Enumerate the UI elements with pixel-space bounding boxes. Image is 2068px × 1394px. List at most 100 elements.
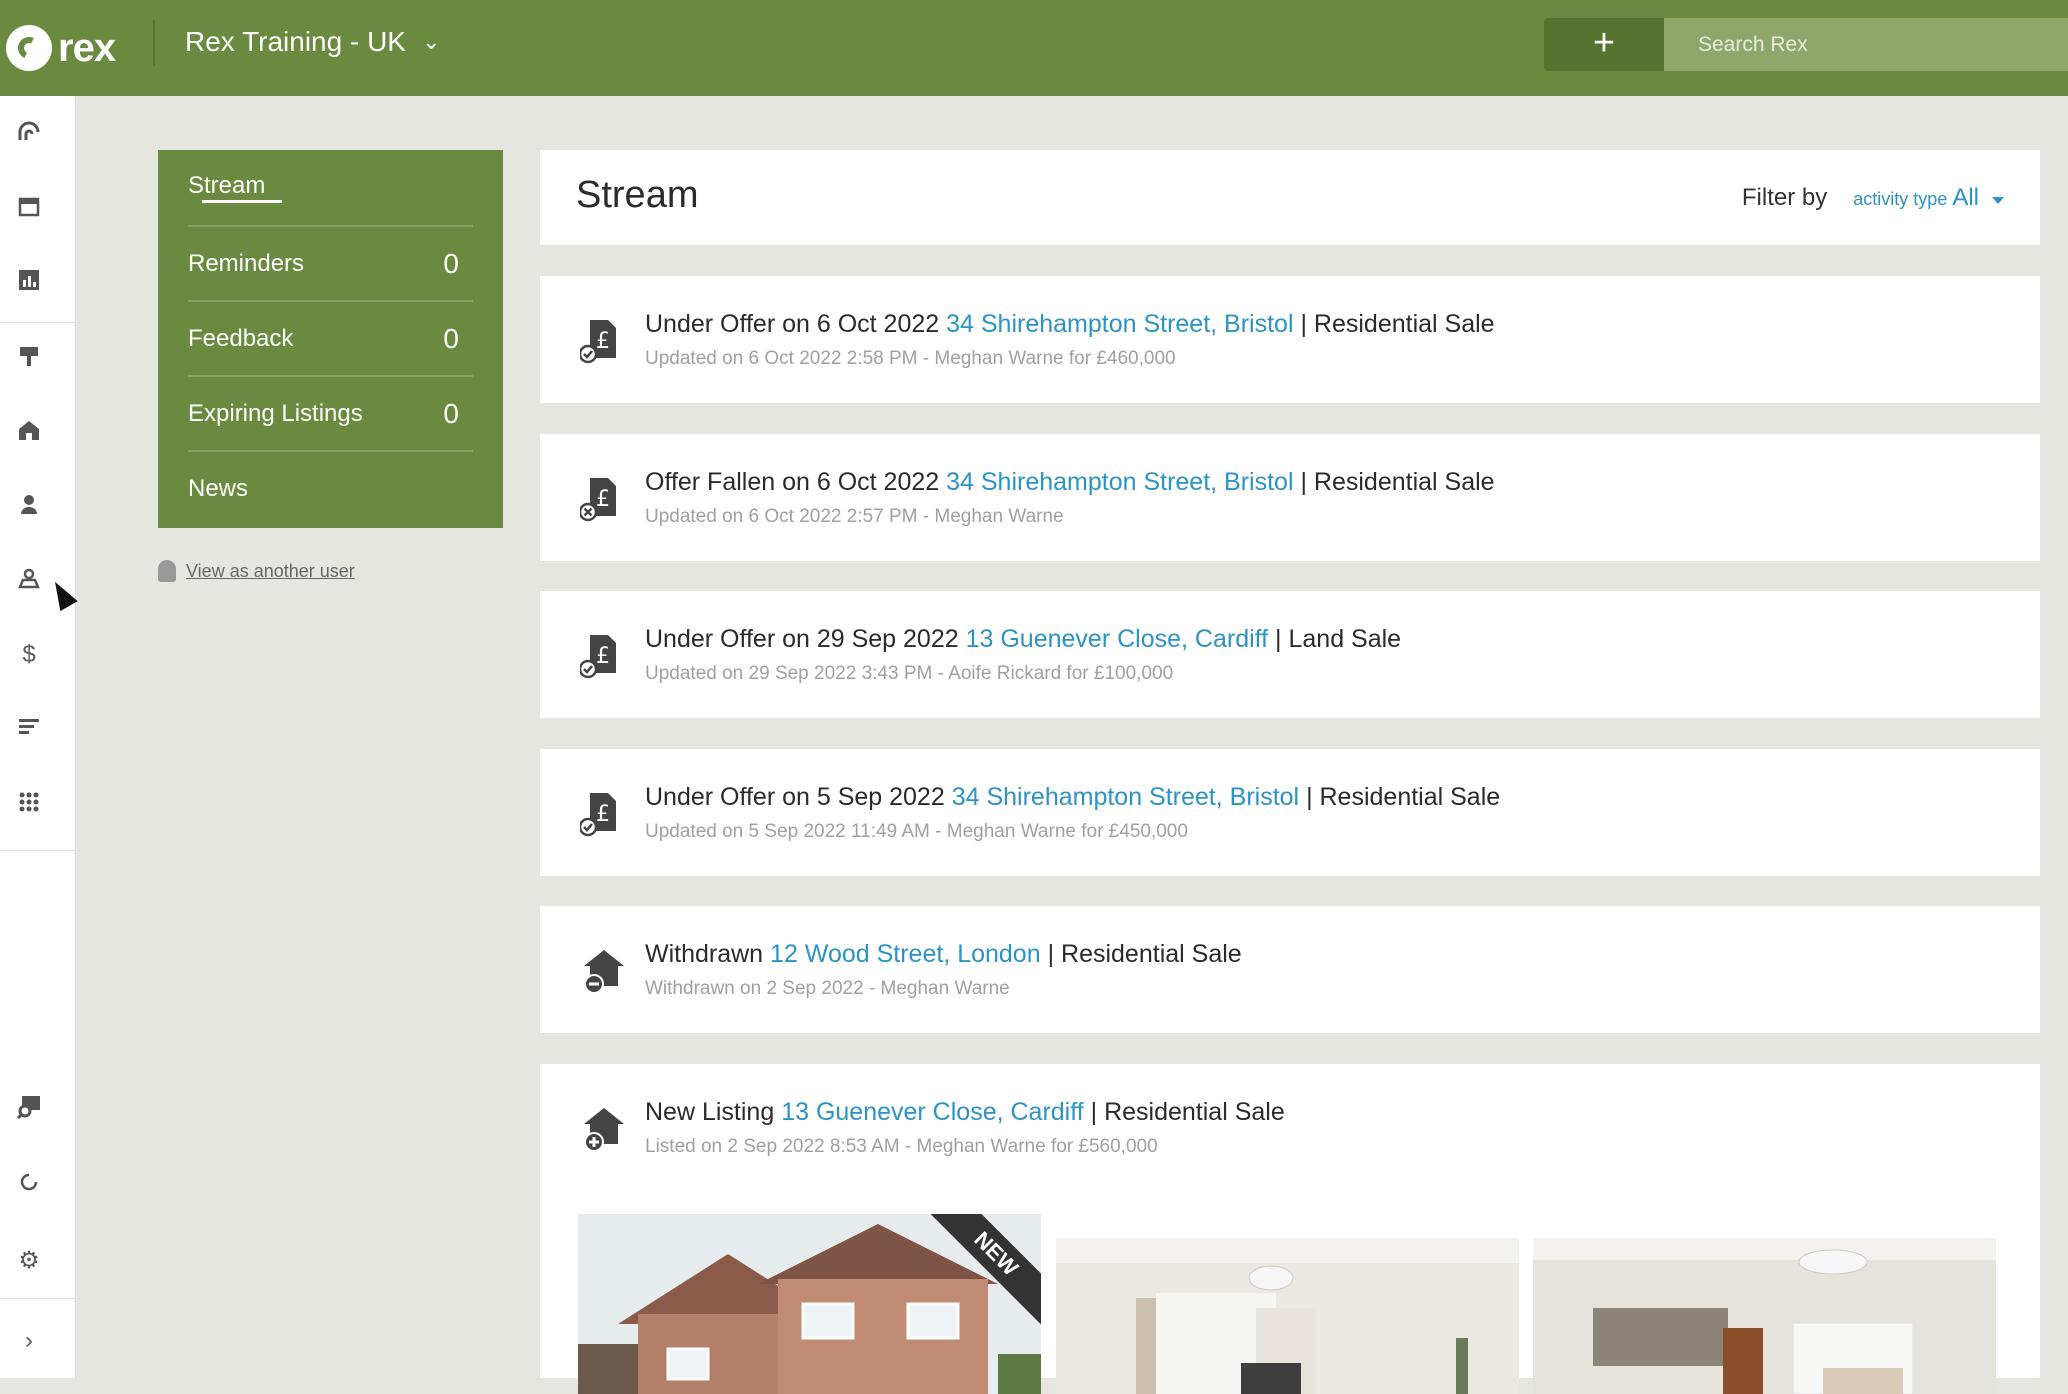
lists-icon[interactable]	[14, 714, 44, 744]
listing-photo-exterior[interactable]: NEW	[578, 1214, 1041, 1394]
filter-label: Filter by	[1741, 184, 1828, 211]
stream-side-nav: Stream Reminders 0 Feedback 0 Expiring L…	[158, 150, 503, 528]
divider	[188, 450, 473, 452]
listing-photo-dining-room[interactable]	[1533, 1238, 1996, 1394]
stream-card[interactable]: £ Under Offer on 29 Sep 2022 13 Guenever…	[540, 591, 2040, 718]
divider	[153, 20, 155, 66]
stream-card[interactable]: £ Offer Fallen on 6 Oct 2022 34 Shireham…	[540, 434, 2040, 561]
property-link[interactable]: 34 Shirehampton Street, Bristol	[952, 783, 1299, 811]
sidenav-item-feedback[interactable]: Feedback 0	[188, 323, 473, 354]
sync-icon[interactable]	[14, 1170, 44, 1200]
listing-type: | Residential Sale	[1090, 1098, 1285, 1126]
divider	[188, 375, 473, 377]
card-detail: Updated on 5 Sep 2022 11:49 AM - Meghan …	[645, 821, 1188, 842]
offer-fallen-icon: £	[580, 478, 616, 522]
settings-gear-icon[interactable]: ⚙	[14, 1246, 44, 1276]
svg-text:£: £	[596, 329, 610, 354]
listing-type: | Residential Sale	[1300, 468, 1495, 496]
card-event: Offer Fallen on 6 Oct 2022	[645, 468, 940, 496]
rail-divider	[0, 850, 75, 851]
active-tab-indicator	[202, 200, 282, 203]
leads-icon[interactable]	[14, 566, 44, 596]
filter-value: All	[1952, 184, 1979, 211]
card-title: Withdrawn 12 Wood Street, London | Resid…	[645, 940, 1242, 969]
sidenav-label: Reminders	[188, 250, 305, 277]
card-title: New Listing 13 Guenever Close, Cardiff |…	[645, 1098, 1285, 1127]
card-detail: Updated on 6 Oct 2022 2:58 PM - Meghan W…	[645, 348, 1176, 369]
calendar-icon[interactable]	[14, 194, 44, 224]
account-name: Rex Training - UK	[185, 26, 406, 57]
property-link[interactable]: 13 Guenever Close, Cardiff	[966, 625, 1268, 653]
add-button[interactable]: +	[1544, 18, 1664, 71]
listing-photos: NEW	[578, 1214, 1998, 1394]
property-link[interactable]: 34 Shirehampton Street, Bristol	[946, 310, 1293, 338]
sidenav-item-stream[interactable]: Stream	[188, 172, 473, 200]
stream-card[interactable]: £ Under Offer on 6 Oct 2022 34 Shirehamp…	[540, 276, 2040, 403]
card-event: Withdrawn	[645, 940, 764, 968]
expand-chevron-icon[interactable]: ›	[14, 1326, 44, 1356]
reports-icon[interactable]	[14, 268, 44, 298]
listing-withdrawn-icon	[584, 950, 624, 994]
stream-header: Stream Filter by activity type All	[540, 150, 2040, 245]
listing-photo-living-room[interactable]	[1056, 1238, 1519, 1394]
account-switcher[interactable]: Rex Training - UK ⌄	[185, 26, 440, 58]
activity-filter: Filter by activity type All	[1742, 184, 2004, 212]
reminders-count: 0	[443, 248, 459, 279]
contacts-icon[interactable]	[14, 492, 44, 522]
listing-type: | Residential Sale	[1306, 783, 1501, 811]
card-title: Under Offer on 6 Oct 2022 34 Shirehampto…	[645, 310, 1495, 339]
financials-icon[interactable]: $	[14, 640, 44, 670]
search-input[interactable]: Search Rex	[1664, 18, 2068, 71]
page-title: Stream	[576, 174, 699, 216]
listings-sign-icon[interactable]	[14, 344, 44, 374]
search-map-icon[interactable]	[14, 1094, 44, 1124]
stream-card[interactable]: Withdrawn 12 Wood Street, London | Resid…	[540, 906, 2040, 1033]
sidenav-item-expiring-listings[interactable]: Expiring Listings 0	[188, 398, 473, 429]
rex-logo-icon	[6, 25, 52, 71]
property-link[interactable]: 13 Guenever Close, Cardiff	[781, 1098, 1083, 1126]
left-rail: $ ⚙ ›	[0, 96, 76, 1378]
listing-type: | Residential Sale	[1047, 940, 1242, 968]
sidenav-label: Feedback	[188, 325, 294, 352]
sidenav-label: News	[188, 475, 249, 502]
sidenav-label: Stream	[188, 172, 266, 199]
card-detail: Updated on 6 Oct 2022 2:57 PM - Meghan W…	[645, 506, 1064, 527]
listing-type: | Land Sale	[1275, 625, 1402, 653]
card-detail: Withdrawn on 2 Sep 2022 - Meghan Warne	[645, 978, 1010, 999]
svg-text:£: £	[596, 487, 610, 512]
rail-divider	[0, 322, 75, 323]
stream-card[interactable]: New Listing 13 Guenever Close, Cardiff |…	[540, 1064, 2040, 1394]
card-event: Under Offer on 29 Sep 2022	[645, 625, 959, 653]
card-event: Under Offer on 5 Sep 2022	[645, 783, 945, 811]
filter-type: activity type	[1853, 189, 1948, 209]
card-title: Under Offer on 5 Sep 2022 34 Shirehampto…	[645, 783, 1500, 812]
properties-icon[interactable]	[14, 418, 44, 448]
logo-text: rex	[58, 25, 116, 70]
expiring-listings-count: 0	[443, 398, 459, 429]
apps-grid-icon[interactable]	[14, 790, 44, 820]
card-title: Under Offer on 29 Sep 2022 13 Guenever C…	[645, 625, 1401, 654]
rex-home-icon[interactable]	[14, 120, 44, 150]
sidenav-label: Expiring Listings	[188, 400, 363, 427]
listing-type: | Residential Sale	[1300, 310, 1495, 338]
property-link[interactable]: 34 Shirehampton Street, Bristol	[946, 468, 1293, 496]
property-link[interactable]: 12 Wood Street, London	[770, 940, 1041, 968]
stream-card[interactable]: £ Under Offer on 5 Sep 2022 34 Shirehamp…	[540, 749, 2040, 876]
card-detail: Updated on 29 Sep 2022 3:43 PM - Aoife R…	[645, 663, 1174, 684]
activity-type-dropdown[interactable]: activity type All	[1853, 184, 2004, 212]
view-as-another-user-link[interactable]: View as another user	[158, 560, 355, 582]
rail-divider	[0, 1298, 75, 1299]
sidenav-item-reminders[interactable]: Reminders 0	[188, 248, 473, 279]
chevron-down-icon: ⌄	[421, 29, 441, 54]
card-detail: Listed on 2 Sep 2022 8:53 AM - Meghan Wa…	[645, 1136, 1158, 1157]
caret-down-icon	[1992, 196, 2004, 204]
divider	[188, 300, 473, 302]
sidenav-item-news[interactable]: News	[188, 475, 473, 503]
user-icon	[158, 560, 176, 582]
divider	[188, 225, 473, 227]
offer-accepted-icon: £	[580, 793, 616, 837]
card-title: Offer Fallen on 6 Oct 2022 34 Shirehampt…	[645, 468, 1495, 497]
svg-text:£: £	[596, 802, 610, 827]
rex-logo[interactable]: rex	[6, 18, 116, 78]
new-listing-icon	[584, 1108, 624, 1152]
